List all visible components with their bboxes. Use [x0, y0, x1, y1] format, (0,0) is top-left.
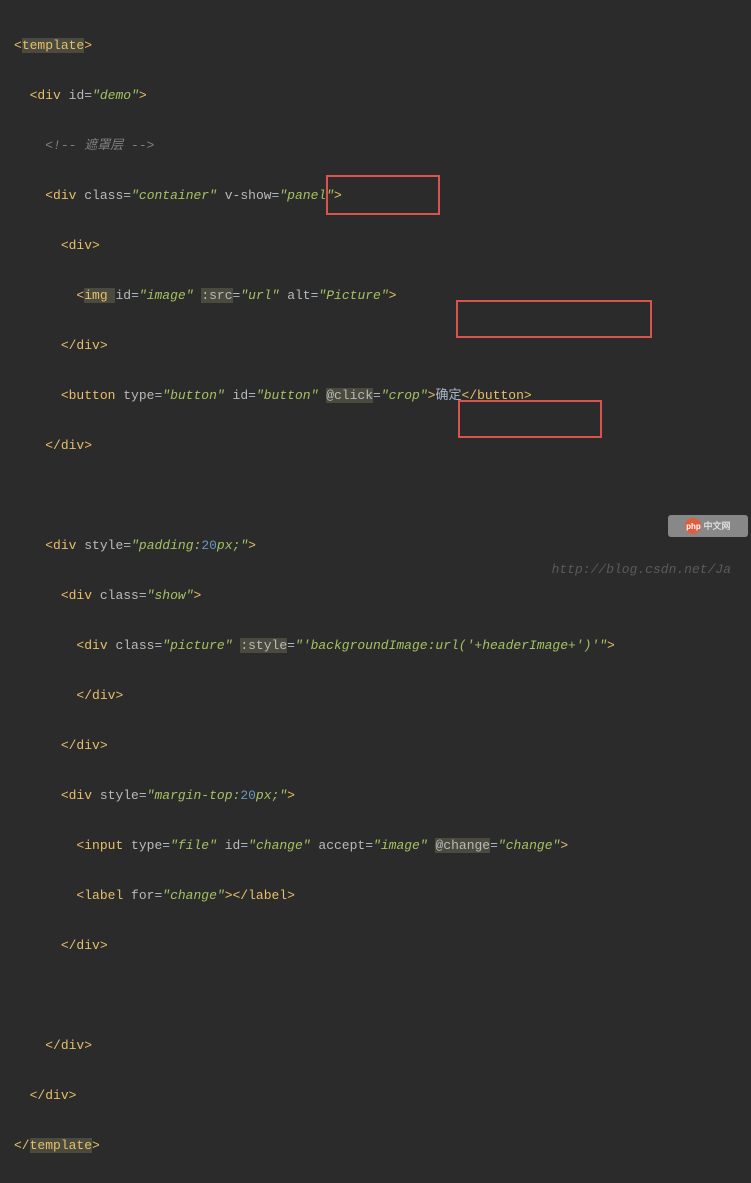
code-line: </div>: [14, 333, 751, 358]
angle-open: <: [14, 38, 22, 53]
code-line: </div>: [14, 433, 751, 458]
code-editor[interactable]: <template> <div id="demo"> <!-- 遮罩层 --> …: [0, 0, 751, 1183]
php-logo: php 中文网: [668, 515, 748, 537]
tag-template-close: template: [30, 1138, 92, 1153]
code-line: </template>: [14, 1133, 751, 1158]
tag-template: template: [22, 38, 84, 53]
code-line: [14, 983, 751, 1008]
code-line: <div class="show">: [14, 583, 751, 608]
code-line: </div>: [14, 1033, 751, 1058]
code-line: </div>: [14, 733, 751, 758]
code-line: <div>: [14, 233, 751, 258]
code-line: </div>: [14, 683, 751, 708]
watermark-text: http://blog.csdn.net/Ja: [552, 557, 731, 582]
comment: <!-- 遮罩层 -->: [45, 138, 154, 153]
tag-img: img: [84, 288, 115, 303]
logo-icon: php: [685, 518, 701, 534]
code-line: <div style="margin-top:20px;">: [14, 783, 751, 808]
attr-style-bind: :style: [240, 638, 287, 653]
code-line: <div style="padding:20px;">: [14, 533, 751, 558]
code-line: <div class="container" v-show="panel">: [14, 183, 751, 208]
code-line: [14, 483, 751, 508]
logo-label: 中文网: [703, 514, 730, 539]
attr-src: :src: [201, 288, 232, 303]
code-line: </div>: [14, 933, 751, 958]
code-line: <template>: [14, 33, 751, 58]
angle-close: >: [84, 38, 92, 53]
code-line: <!-- 遮罩层 -->: [14, 133, 751, 158]
code-line: <div class="picture" :style="'background…: [14, 633, 751, 658]
code-line: <label for="change"></label>: [14, 883, 751, 908]
code-line: <button type="button" id="button" @click…: [14, 383, 751, 408]
attr-change: @change: [435, 838, 490, 853]
code-line: <input type="file" id="change" accept="i…: [14, 833, 751, 858]
attr-click: @click: [326, 388, 373, 403]
code-line: <div id="demo">: [14, 83, 751, 108]
code-line: </div>: [14, 1083, 751, 1108]
code-line: <img id="image" :src="url" alt="Picture"…: [14, 283, 751, 308]
